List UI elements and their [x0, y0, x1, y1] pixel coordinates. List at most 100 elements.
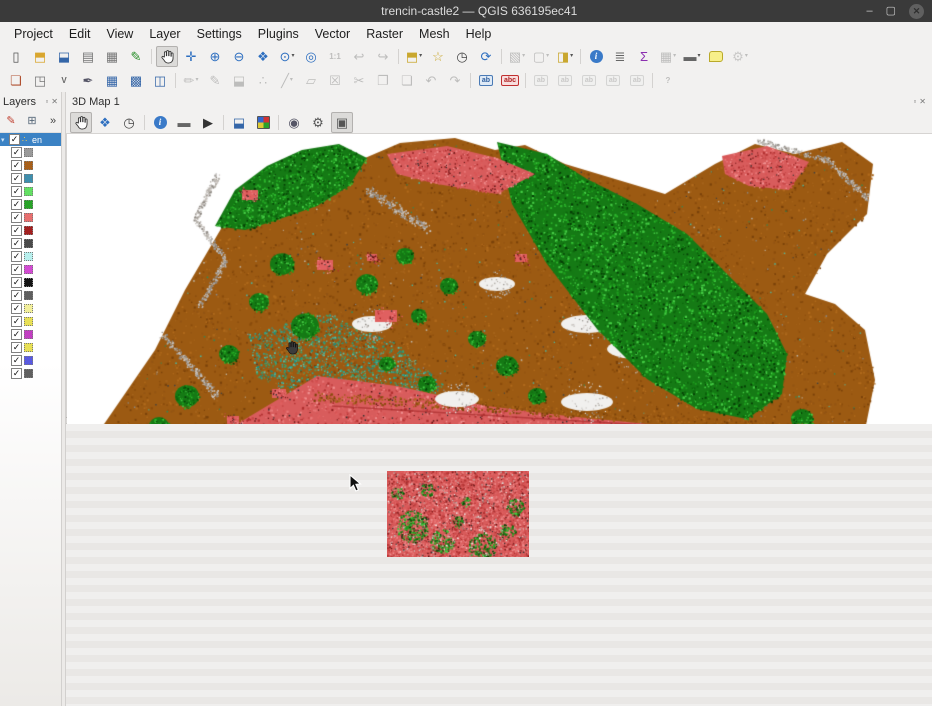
layer-class-row-9[interactable]: ✓: [0, 263, 61, 276]
zoom-last-button[interactable]: ↩: [348, 46, 370, 67]
layer-class-row-16[interactable]: ✓: [0, 354, 61, 367]
class-checkbox[interactable]: ✓: [11, 342, 22, 353]
cut-features-button[interactable]: ✂: [348, 70, 370, 91]
menu-raster[interactable]: Raster: [358, 25, 411, 43]
paste-features-button[interactable]: ❏: [396, 70, 418, 91]
animations-button[interactable]: ▶: [197, 112, 219, 133]
menu-settings[interactable]: Settings: [189, 25, 250, 43]
pin-unpin-labels-button[interactable]: ab: [530, 70, 552, 91]
layer-checkbox[interactable]: ✓: [9, 134, 20, 145]
open-attribute-table-button[interactable]: ▦▾: [657, 46, 679, 67]
layers-panel-float-button[interactable]: ▫: [45, 98, 48, 106]
export-3d-scene-icon[interactable]: [252, 112, 274, 133]
new-spatialite-layer-button[interactable]: ✒: [77, 70, 99, 91]
map3d-close-button[interactable]: ✕: [919, 98, 926, 106]
locator-options-button[interactable]: ⚙▾: [729, 46, 751, 67]
pan-map-icon[interactable]: [156, 46, 178, 67]
class-checkbox[interactable]: ✓: [11, 277, 22, 288]
class-checkbox[interactable]: ✓: [11, 368, 22, 379]
layer-class-row-12[interactable]: ✓: [0, 302, 61, 315]
identify-features-icon[interactable]: i: [585, 46, 607, 67]
zoom-out-button[interactable]: ⊖: [228, 46, 250, 67]
menu-project[interactable]: Project: [6, 25, 61, 43]
pan-to-selection-button[interactable]: ✛: [180, 46, 202, 67]
map3d-float-button[interactable]: ▫: [913, 98, 916, 106]
layer-class-row-10[interactable]: ✓: [0, 276, 61, 289]
zoom-in-button[interactable]: ⊕: [204, 46, 226, 67]
camera-effects-button[interactable]: ◉: [283, 112, 305, 133]
new-geopackage-layer-button[interactable]: ◳: [29, 70, 51, 91]
current-edits-button[interactable]: ✏▾: [180, 70, 202, 91]
temporal-controller-button[interactable]: ◷: [451, 46, 473, 67]
open-layer-styling-panel-button[interactable]: ✎: [2, 112, 20, 131]
copy-features-button[interactable]: ❐: [372, 70, 394, 91]
toggle-editing-button[interactable]: ✎: [204, 70, 226, 91]
menu-edit[interactable]: Edit: [61, 25, 99, 43]
layer-class-row-0[interactable]: ✓: [0, 146, 61, 159]
statistical-summary-button[interactable]: ≣: [609, 46, 631, 67]
set-view-direction-button[interactable]: ◷: [118, 112, 140, 133]
class-checkbox[interactable]: ✓: [11, 303, 22, 314]
class-checkbox[interactable]: ✓: [11, 212, 22, 223]
class-checkbox[interactable]: ✓: [11, 251, 22, 262]
identify-3d-icon[interactable]: i: [149, 112, 171, 133]
refresh-map-button[interactable]: ⟳: [475, 46, 497, 67]
close-button[interactable]: ✕: [909, 4, 924, 19]
open-data-source-manager-button[interactable]: ❏: [5, 70, 27, 91]
class-checkbox[interactable]: ✓: [11, 264, 22, 275]
layer-class-row-4[interactable]: ✓: [0, 198, 61, 211]
rotate-label-button[interactable]: ab: [602, 70, 624, 91]
class-checkbox[interactable]: ✓: [11, 316, 22, 327]
layer-class-row-5[interactable]: ✓: [0, 211, 61, 224]
save-project-button[interactable]: ⬓: [53, 46, 75, 67]
layer-class-row-15[interactable]: ✓: [0, 341, 61, 354]
class-checkbox[interactable]: ✓: [11, 173, 22, 184]
undo-button[interactable]: ↶: [420, 70, 442, 91]
move-label-button[interactable]: ab: [578, 70, 600, 91]
configure-3d-button[interactable]: ⚙: [307, 112, 329, 133]
show-sum-features-button[interactable]: Σ: [633, 46, 655, 67]
new-print-layout-button[interactable]: ▤: [77, 46, 99, 67]
deselect-features-button[interactable]: ▢▾: [530, 46, 552, 67]
zoom-native-button[interactable]: 1:1: [324, 46, 346, 67]
expander-icon[interactable]: ▾: [1, 136, 7, 144]
dock-3d-view-button[interactable]: ▣: [331, 112, 353, 133]
layers-panel-close-button[interactable]: ✕: [51, 98, 58, 106]
new-spatial-bookmark-button[interactable]: ⬒▾: [403, 46, 425, 67]
delete-selected-button[interactable]: ☒: [324, 70, 346, 91]
layer-class-row-2[interactable]: ✓: [0, 172, 61, 185]
manage-map-themes-button[interactable]: ⊞: [23, 112, 41, 131]
layer-class-row-3[interactable]: ✓: [0, 185, 61, 198]
new-gpx-layer-button[interactable]: ▩: [125, 70, 147, 91]
panel-overflow-button[interactable]: »: [44, 112, 62, 131]
change-label-properties-button[interactable]: ab: [626, 70, 648, 91]
class-checkbox[interactable]: ✓: [11, 199, 22, 210]
select-by-expression-button[interactable]: ◨▾: [554, 46, 576, 67]
layer-class-row-7[interactable]: ✓: [0, 237, 61, 250]
new-virtual-layer-button[interactable]: ◫: [149, 70, 171, 91]
open-project-button[interactable]: ⬒: [29, 46, 51, 67]
save-layer-edits-button[interactable]: ⬓: [228, 70, 250, 91]
show-hide-labels-button[interactable]: ab: [554, 70, 576, 91]
new-mesh-layer-button[interactable]: ▦: [101, 70, 123, 91]
layer-class-row-11[interactable]: ✓: [0, 289, 61, 302]
map-tips-icon[interactable]: [705, 46, 727, 67]
class-checkbox[interactable]: ✓: [11, 355, 22, 366]
menu-plugins[interactable]: Plugins: [250, 25, 307, 43]
camera-control-icon[interactable]: [70, 112, 92, 133]
menu-layer[interactable]: Layer: [141, 25, 188, 43]
layer-class-row-13[interactable]: ✓: [0, 315, 61, 328]
layer-class-row-6[interactable]: ✓: [0, 224, 61, 237]
class-checkbox[interactable]: ✓: [11, 186, 22, 197]
redo-button[interactable]: ↷: [444, 70, 466, 91]
map-canvas-2d[interactable]: [66, 424, 932, 706]
zoom-full-3d-button[interactable]: ❖: [94, 112, 116, 133]
minimize-button[interactable]: –: [866, 6, 872, 17]
zoom-full-button[interactable]: ❖: [252, 46, 274, 67]
highlight-labels-button[interactable]: abc: [499, 70, 521, 91]
pin-labels-button[interactable]: ab: [475, 70, 497, 91]
viewport-3d[interactable]: [66, 133, 932, 417]
class-checkbox[interactable]: ✓: [11, 290, 22, 301]
new-shapefile-layer-button[interactable]: V: [53, 70, 75, 91]
add-feature-button[interactable]: ∴: [252, 70, 274, 91]
